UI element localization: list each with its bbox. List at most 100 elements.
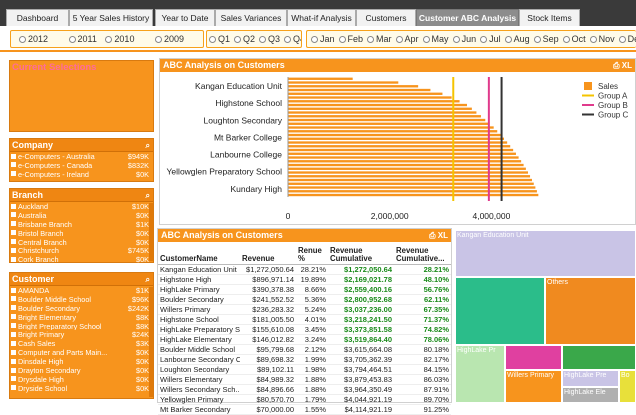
chart-bar[interactable] <box>288 133 501 137</box>
quarter-option[interactable]: Q1 <box>209 31 230 47</box>
list-item[interactable]: Auckland $10K <box>10 202 153 211</box>
column-header[interactable]: Revenue <box>240 242 296 265</box>
year-option[interactable]: 2012 <box>19 31 48 47</box>
chart-bar[interactable] <box>288 145 511 148</box>
chart-bar[interactable] <box>288 167 526 170</box>
table-row[interactable]: Mt Barker Secondary $70,000.00 1.55% $4,114… <box>158 404 451 415</box>
table-row[interactable]: Highstone High $896,971.14 19.89% $2,169,02… <box>158 274 451 285</box>
tab-stock-items[interactable]: Stock Items <box>519 9 580 26</box>
list-item[interactable]: e-Computers - Ireland $0K <box>10 170 153 179</box>
chart-bar[interactable] <box>288 182 534 185</box>
month-option[interactable]: Apr <box>395 31 419 47</box>
tab-customer-abc-analysis[interactable]: Customer ABC Analysis <box>416 9 519 26</box>
tab-sales-variances[interactable]: Sales Variances <box>215 9 287 26</box>
table-row[interactable]: Kangan Education Unit $1,272,050.64 28.21%… <box>158 264 451 275</box>
list-item[interactable]: Dryside School $0K <box>10 384 153 393</box>
year-option[interactable]: 2009 <box>154 31 184 47</box>
table-row[interactable]: HighLake Primary $390,378.38 8.66% $2,559,4… <box>158 284 451 295</box>
treemap-cell[interactable] <box>505 345 562 370</box>
tab-what-if-analysis[interactable]: What-if Analysis <box>287 9 356 26</box>
list-item[interactable]: Bright Elementary $8K <box>10 313 153 322</box>
tab-5-year-sales-history[interactable]: 5 Year Sales History <box>69 9 153 26</box>
treemap-cell[interactable] <box>562 345 636 370</box>
treemap-cell[interactable]: HighLake Pre <box>562 370 619 387</box>
tab-customers[interactable]: Customers <box>356 9 416 26</box>
tab-dashboard[interactable]: Dashboard <box>6 9 69 26</box>
chart-bar[interactable] <box>288 111 477 114</box>
column-header[interactable]: Revenue Cumulative <box>328 242 394 265</box>
column-header[interactable]: Renue % <box>296 242 328 265</box>
month-option[interactable]: Jul <box>480 31 501 47</box>
month-option[interactable]: Dec <box>618 31 636 47</box>
chart-bar[interactable] <box>288 190 537 193</box>
chart-bar[interactable] <box>288 178 532 182</box>
chart-bar[interactable] <box>288 186 536 189</box>
chart-bar[interactable] <box>288 156 519 159</box>
print-export-icons[interactable]: ⎙ XL <box>613 59 632 72</box>
table-row[interactable]: Lanbourne Secondary C... $89,698.32 1.99% $… <box>158 354 451 365</box>
year-option[interactable]: 2010 <box>105 31 134 47</box>
month-option[interactable]: Oct <box>562 31 586 47</box>
column-header[interactable]: CustomerName <box>158 242 240 265</box>
chart-bar[interactable] <box>288 152 516 155</box>
chart-bar[interactable] <box>288 171 529 174</box>
search-icon[interactable]: ⌕ <box>146 190 150 202</box>
table-row[interactable]: Willers Secondary Sch... $84,896.66 1.88% $… <box>158 384 451 395</box>
column-header[interactable]: Revenue Cumulative... <box>394 242 451 265</box>
month-option[interactable]: Aug <box>504 31 530 47</box>
chart-bar[interactable] <box>288 100 460 103</box>
list-item[interactable]: Drysdale High $0K <box>10 375 153 384</box>
year-option[interactable]: 2011 <box>68 31 97 47</box>
chart-bar[interactable] <box>288 130 498 133</box>
scrollbar[interactable] <box>149 203 153 261</box>
table-row[interactable]: Highstone School $181,005.50 4.01% $3,218,2… <box>158 314 451 325</box>
list-item[interactable]: Bright Preparatory School $8K <box>10 322 153 330</box>
month-option[interactable]: Nov <box>589 31 615 47</box>
quarter-option[interactable]: Q4 <box>284 31 301 47</box>
scrollbar[interactable] <box>149 287 153 397</box>
chart-bar[interactable] <box>288 141 508 144</box>
chart-bar[interactable] <box>288 118 486 122</box>
table-row[interactable]: Willers Elementary $84,989.32 1.88% $3,879,… <box>158 374 451 385</box>
list-item[interactable]: Bristol Branch $0K <box>10 229 153 238</box>
list-item[interactable]: Cash Sales $3K <box>10 339 153 348</box>
chart-bar[interactable] <box>288 137 505 140</box>
list-item[interactable]: Dinsdale High $0K <box>10 357 153 366</box>
chart-bar[interactable] <box>288 85 419 88</box>
list-item[interactable]: Christchurch $745K <box>10 246 153 255</box>
tab-year-to-date[interactable]: Year to Date <box>155 9 215 26</box>
chart-bar[interactable] <box>288 160 522 163</box>
month-option[interactable]: Mar <box>367 31 392 47</box>
chart-bar[interactable] <box>288 92 443 95</box>
chart-bar[interactable] <box>288 77 353 80</box>
list-item[interactable]: Boulder Middle School $96K <box>10 295 153 304</box>
chart-bar[interactable] <box>288 122 490 125</box>
print-export-icons[interactable]: ⎙ XL <box>429 229 448 242</box>
list-item[interactable]: Boulder Secondary $242K <box>10 304 153 313</box>
month-option[interactable]: Sep <box>533 31 559 47</box>
list-item[interactable]: AMANDA $1K <box>10 286 153 295</box>
table-row[interactable]: Loughton Secondary $89,102.11 1.98% $3,794,… <box>158 364 451 375</box>
quarter-option[interactable]: Q2 <box>234 31 255 47</box>
treemap-cell[interactable]: Kangan Education Unit <box>455 230 636 277</box>
treemap-cell[interactable] <box>455 277 545 345</box>
month-option[interactable]: Jun <box>452 31 476 47</box>
chart-bar[interactable] <box>288 88 431 92</box>
chart-bar[interactable] <box>288 103 467 107</box>
list-item[interactable]: e-Computers - Australia $949K <box>10 152 153 161</box>
search-icon[interactable]: ⌕ <box>146 274 150 286</box>
month-option[interactable]: Jan <box>311 31 335 47</box>
table-row[interactable]: Boulder Secondary $241,552.52 5.36% $2,800,… <box>158 294 451 305</box>
table-row[interactable]: HighLake Preparatory S... $155,610.08 3.45… <box>158 324 451 335</box>
treemap-cell[interactable]: Others <box>545 277 636 345</box>
list-item[interactable]: Drayton Secondary $0K <box>10 366 153 375</box>
treemap-cell[interactable]: Bo <box>619 370 636 403</box>
search-icon[interactable]: ⌕ <box>146 140 150 152</box>
list-item[interactable]: e-Computers - Canada $832K <box>10 161 153 170</box>
chart-bar[interactable] <box>288 148 514 152</box>
chart-bar[interactable] <box>288 115 481 118</box>
chart-bar[interactable] <box>288 175 531 178</box>
chart-bar[interactable] <box>288 81 399 84</box>
treemap-cell[interactable]: HighLake Ele <box>562 387 619 403</box>
list-item[interactable]: Cork Branch $0K <box>10 255 153 264</box>
